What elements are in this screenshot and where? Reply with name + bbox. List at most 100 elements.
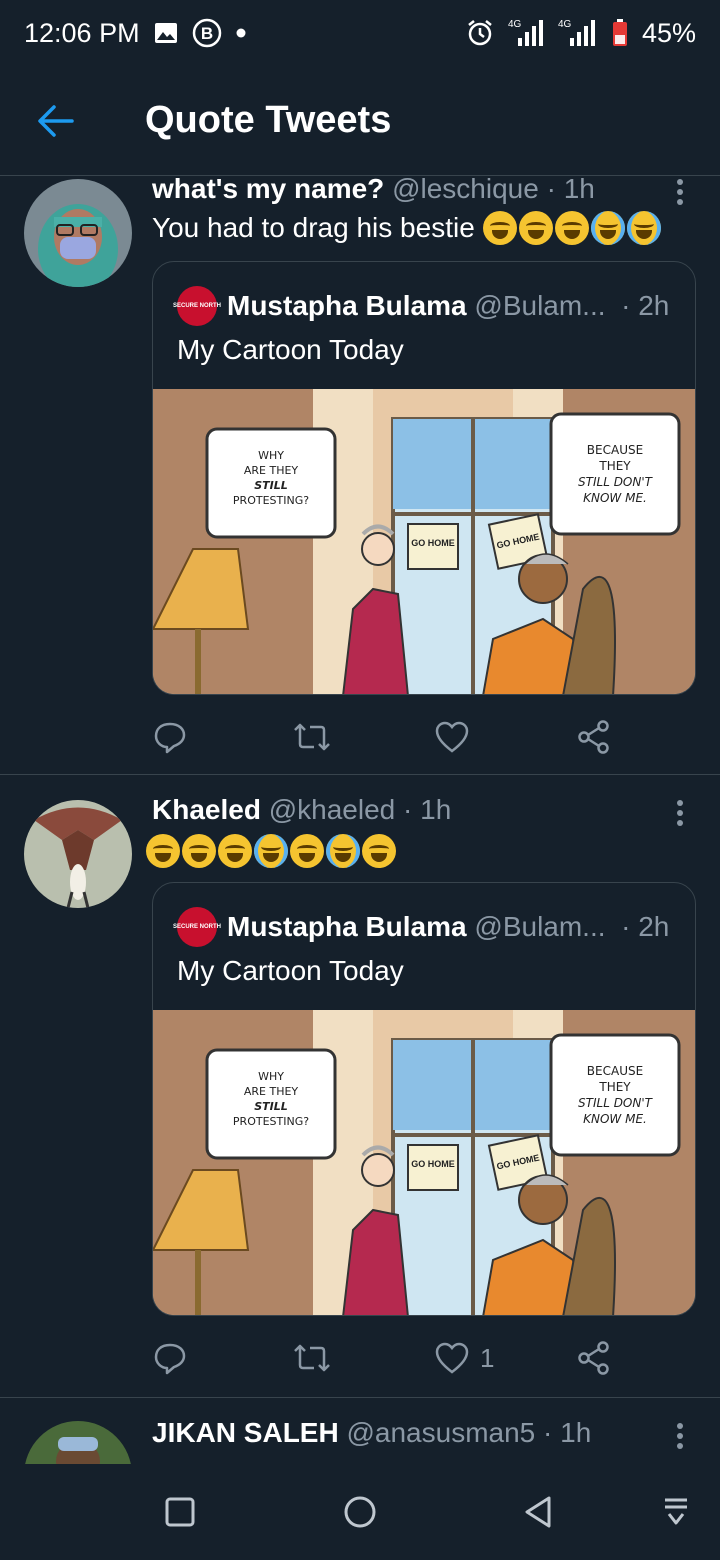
quoted-tweet-header: SECURE NORTH Mustapha Bulama @Bulam... ·… bbox=[173, 907, 670, 947]
tweet-time: · 1h bbox=[403, 794, 452, 825]
rofl-emoji bbox=[518, 211, 553, 245]
joy-emoji bbox=[326, 834, 360, 868]
heart-icon bbox=[435, 721, 469, 753]
alarm-icon bbox=[466, 19, 494, 47]
bubble-right-line-3: STILL DON'T bbox=[578, 1096, 654, 1110]
quote-tweets-feed[interactable]: what's my name? @leschique · 1h You had … bbox=[0, 177, 720, 1464]
rofl-emoji bbox=[182, 834, 216, 868]
rofl-emoji bbox=[554, 211, 589, 245]
emoji-row bbox=[482, 211, 661, 245]
quoted-tweet-card[interactable]: SECURE NORTH Mustapha Bulama @Bulam... ·… bbox=[152, 882, 696, 1316]
sign-text-1: GO HOME bbox=[411, 538, 455, 548]
quoted-avatar: SECURE NORTH bbox=[173, 286, 221, 326]
like-button[interactable] bbox=[434, 715, 480, 759]
system-nav-bar bbox=[0, 1464, 720, 1560]
rofl-emoji bbox=[362, 834, 396, 868]
tweet-text-content: You had to drag his bestie bbox=[152, 212, 475, 243]
joy-emoji bbox=[254, 834, 288, 868]
cartoon-image[interactable]: GO HOME GO HOME WHY ARE THEY STILL PROTE… bbox=[153, 1010, 695, 1315]
bubble-right-line-1: BECAUSE bbox=[587, 1064, 643, 1078]
app-header: Quote Tweets bbox=[0, 66, 720, 176]
tweet-actions: 1 bbox=[152, 1336, 632, 1380]
quoted-author-name: Mustapha Bulama bbox=[227, 290, 467, 321]
share-button[interactable] bbox=[576, 1336, 612, 1380]
back-button[interactable] bbox=[36, 104, 76, 138]
share-button[interactable] bbox=[576, 715, 612, 759]
reply-button[interactable] bbox=[152, 715, 188, 759]
more-vertical-icon bbox=[677, 800, 683, 826]
like-count: 1 bbox=[480, 1342, 495, 1373]
cartoon-image[interactable]: GO HOME GO HOME WHY ARE THEY STILL PROTE… bbox=[153, 389, 695, 694]
signal-icon-1: 4G bbox=[508, 18, 544, 48]
more-options-button[interactable] bbox=[670, 177, 690, 211]
bubble-left-line-2: ARE THEY bbox=[244, 464, 299, 477]
quoted-author-handle: @Bulam... bbox=[474, 290, 606, 321]
tweet-header: what's my name? @leschique · 1h bbox=[152, 177, 595, 205]
bubble-left-line-3: STILL bbox=[254, 479, 288, 492]
network-label-1: 4G bbox=[508, 19, 522, 30]
rofl-emoji bbox=[146, 834, 180, 868]
quoted-tweet-time: · 2h bbox=[621, 290, 670, 321]
quoted-tweet-text: My Cartoon Today bbox=[177, 334, 404, 365]
home-circle-icon bbox=[344, 1496, 376, 1528]
heart-icon bbox=[435, 1342, 469, 1374]
home-button[interactable] bbox=[338, 1490, 382, 1534]
author-handle[interactable]: @leschique bbox=[392, 177, 539, 204]
author-name[interactable]: JIKAN SALEH bbox=[152, 1417, 339, 1448]
share-icon bbox=[578, 720, 609, 754]
retweet-button[interactable] bbox=[292, 715, 332, 759]
recents-square-icon bbox=[165, 1497, 195, 1527]
avatar[interactable] bbox=[24, 179, 132, 287]
author-handle[interactable]: @khaeled bbox=[269, 794, 396, 825]
tweet-text bbox=[146, 834, 396, 868]
rofl-emoji bbox=[290, 834, 324, 868]
sign-text-1: GO HOME bbox=[411, 1159, 455, 1169]
more-options-button[interactable] bbox=[670, 798, 690, 832]
back-nav-button[interactable] bbox=[516, 1490, 560, 1534]
bubble-right-line-3: STILL DON'T bbox=[578, 475, 654, 489]
tweet-item[interactable]: JIKAN SALEH @anasusman5 · 1h bbox=[0, 1399, 720, 1464]
bubble-left-line-3: STILL bbox=[254, 1100, 288, 1113]
like-button[interactable]: 1 bbox=[434, 1336, 494, 1380]
retweet-button[interactable] bbox=[292, 1336, 332, 1380]
avatar[interactable] bbox=[24, 800, 132, 908]
tweet-time: · 1h bbox=[546, 177, 595, 204]
network-label-2: 4G bbox=[558, 19, 572, 30]
author-name[interactable]: Khaeled bbox=[152, 794, 261, 825]
bubble-left-line-1: WHY bbox=[258, 1070, 284, 1083]
quoted-tweet-time: · 2h bbox=[621, 911, 670, 942]
status-bar: 12:06 PM B 4G 4G 45% bbox=[0, 0, 720, 66]
rofl-emoji bbox=[482, 211, 517, 245]
notification-pull-button[interactable] bbox=[654, 1490, 698, 1534]
bubble-right-line-2: THEY bbox=[598, 459, 631, 473]
avatar[interactable] bbox=[24, 1421, 132, 1464]
bubble-right-line-4: KNOW ME. bbox=[583, 1112, 647, 1126]
reply-icon bbox=[154, 722, 186, 754]
reply-button[interactable] bbox=[152, 1336, 188, 1380]
rofl-emoji bbox=[218, 834, 252, 868]
emoji-row bbox=[146, 834, 396, 868]
tweet-time: · 1h bbox=[543, 1417, 592, 1448]
bubble-left-line-2: ARE THEY bbox=[244, 1085, 299, 1098]
crying-emoji bbox=[626, 211, 661, 245]
author-handle[interactable]: @anasusman5 bbox=[346, 1417, 535, 1448]
gallery-icon bbox=[154, 22, 178, 44]
battery-icon bbox=[612, 19, 628, 47]
tweet-item[interactable]: Khaeled @khaeled · 1h SECURE NORTH Musta… bbox=[0, 776, 720, 1398]
signal-icon-2: 4G bbox=[558, 18, 598, 48]
arrow-left-icon bbox=[38, 105, 74, 137]
tweet-header: Khaeled @khaeled · 1h bbox=[152, 794, 451, 826]
quoted-tweet-card[interactable]: SECURE NORTH Mustapha Bulama @Bulam... ·… bbox=[152, 261, 696, 695]
bubble-left-line-4: PROTESTING? bbox=[233, 494, 309, 507]
battery-percent: 45% bbox=[641, 17, 696, 48]
quoted-author-handle: @Bulam... bbox=[474, 911, 606, 942]
status-time: 12:06 PM bbox=[24, 17, 140, 48]
author-name[interactable]: what's my name? bbox=[152, 177, 384, 204]
recents-button[interactable] bbox=[158, 1490, 202, 1534]
quoted-tweet-header: SECURE NORTH Mustapha Bulama @Bulam... ·… bbox=[173, 286, 670, 326]
bubble-right-line-2: THEY bbox=[598, 1080, 631, 1094]
tweet-item[interactable]: what's my name? @leschique · 1h You had … bbox=[0, 177, 720, 775]
more-options-button[interactable] bbox=[670, 1421, 690, 1455]
back-triangle-icon bbox=[525, 1496, 551, 1528]
bubble-left-line-4: PROTESTING? bbox=[233, 1115, 309, 1128]
